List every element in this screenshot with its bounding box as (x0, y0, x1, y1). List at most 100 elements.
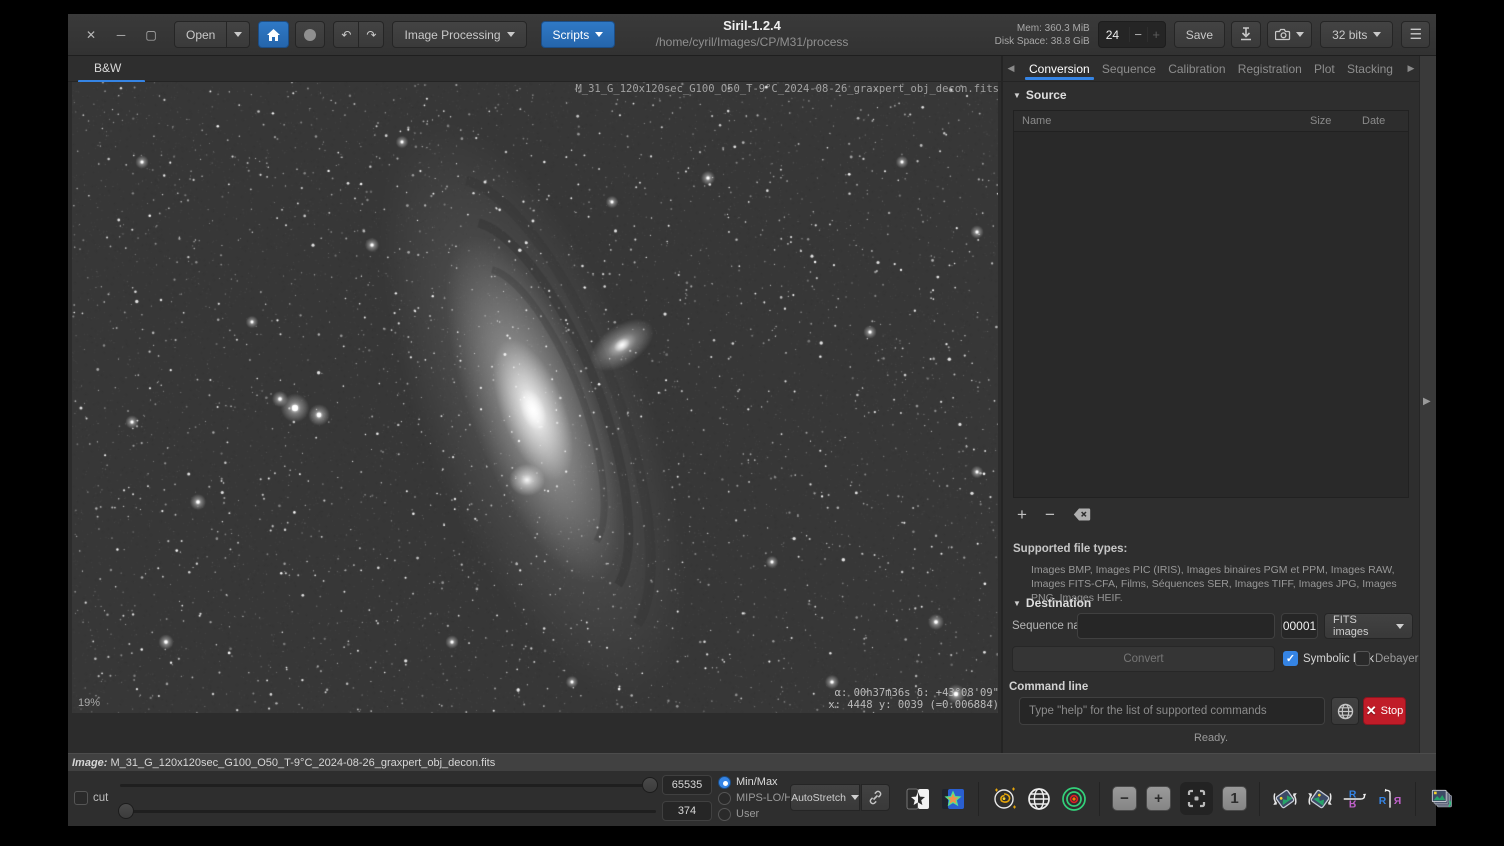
svg-text:R: R (1379, 796, 1387, 807)
save-button[interactable]: Save (1174, 21, 1225, 48)
symbolic-link-checkbox[interactable]: ✓ (1283, 651, 1298, 666)
high-threshold-slider[interactable] (120, 778, 656, 792)
destination-expander[interactable]: ▼Destination (1013, 596, 1091, 610)
annotations-button[interactable] (991, 786, 1017, 812)
bit-depth-dropdown[interactable]: 32 bits (1320, 21, 1393, 48)
chevron-down-icon (1296, 32, 1304, 37)
radio-mips[interactable]: MIPS-LO/HI (718, 790, 795, 806)
globe-grid-icon (1026, 786, 1052, 812)
radio-minmax[interactable]: Min/Max (718, 774, 795, 790)
record-button[interactable] (295, 21, 325, 48)
photometry-button[interactable] (1061, 786, 1087, 812)
minimize-window-icon[interactable]: ─ (106, 28, 136, 42)
low-value-field[interactable]: 374 (662, 801, 712, 821)
clear-list-icon[interactable] (1073, 508, 1091, 521)
thread-spinner[interactable]: 24 − + (1098, 21, 1166, 48)
image-processing-menu[interactable]: Image Processing (392, 21, 526, 48)
negative-view-button[interactable] (905, 786, 931, 812)
column-size[interactable]: Size (1310, 115, 1362, 127)
sequence-name-input[interactable] (1077, 613, 1275, 639)
image-processing-label: Image Processing (404, 28, 500, 42)
filetype-dropdown[interactable]: FITS images (1324, 613, 1413, 639)
zoom-in-button[interactable]: + (1146, 786, 1171, 811)
open-dropdown-button[interactable] (227, 21, 250, 48)
siril-window: ✕ ─ ▢ Open ↶ ↷ Image Processing Scripts … (68, 14, 1436, 826)
source-table-header: Name Size Date (1014, 111, 1408, 132)
panel-collapse-strip[interactable]: ▶ (1419, 56, 1436, 753)
tab-calibration[interactable]: Calibration (1162, 57, 1231, 80)
close-window-icon[interactable]: ✕ (76, 28, 106, 42)
column-name[interactable]: Name (1014, 115, 1310, 127)
command-line-title: Command line (1009, 681, 1088, 693)
statusbar: Image: M_31_G_120x120sec_G100_O50_T-9°C_… (68, 753, 1436, 771)
flip-vertical-button[interactable]: RR (1342, 786, 1368, 812)
stop-button[interactable]: ✕ Stop (1363, 697, 1406, 725)
tabs-scroll-left-icon[interactable]: ◀ (1003, 63, 1019, 74)
radio-minmax-button[interactable] (718, 776, 731, 789)
start-index-field[interactable]: 00001 (1281, 613, 1318, 639)
redo-button[interactable]: ↷ (359, 21, 384, 48)
image-filename-overlay: M_31_G_120x120sec_G100_O50_T-9°C_2024-08… (575, 83, 999, 95)
debayer-checkbox[interactable] (1355, 651, 1370, 666)
tabs-scroll-right-icon[interactable]: ▶ (1403, 63, 1419, 74)
toolbar-separator (1259, 782, 1260, 816)
image-viewport: B&W M_31_G_120x120sec_G100_O50_T-9°C_202… (68, 56, 1001, 753)
radio-mips-button[interactable] (718, 792, 731, 805)
tab-bw[interactable]: B&W (78, 59, 145, 79)
command-input[interactable] (1019, 697, 1325, 725)
rotate-right-button[interactable] (1307, 786, 1333, 812)
column-date[interactable]: Date (1362, 115, 1408, 127)
open-button[interactable]: Open (174, 21, 227, 48)
command-help-button[interactable] (1331, 697, 1359, 725)
image-canvas-area[interactable]: M_31_G_120x120sec_G100_O50_T-9°C_2024-08… (68, 82, 1001, 753)
tab-conversion[interactable]: Conversion (1023, 57, 1096, 80)
m31-image[interactable] (72, 82, 998, 713)
source-expander[interactable]: ▼Source (1013, 88, 1067, 102)
save-as-button[interactable] (1231, 21, 1261, 48)
zoom-out-button[interactable]: − (1112, 786, 1137, 811)
false-color-button[interactable] (940, 786, 966, 812)
status-ready: Ready. (1003, 732, 1419, 744)
high-value-field[interactable]: 65535 (662, 775, 712, 795)
debayer-option[interactable]: Debayer (1355, 651, 1418, 666)
cut-checkbox[interactable] (74, 791, 88, 805)
main-content: B&W M_31_G_120x120sec_G100_O50_T-9°C_202… (68, 56, 1436, 753)
stretch-mode-dropdown[interactable]: AutoStretch (790, 784, 860, 811)
celestial-grid-button[interactable] (1026, 786, 1052, 812)
debayer-label: Debayer (1375, 653, 1418, 665)
convert-button[interactable]: Convert (1012, 646, 1275, 672)
remove-files-button[interactable]: − (1045, 506, 1055, 523)
celestial-coordinates: α: 00h37m36s δ: +43°08'09" x: 4448 y: 00… (828, 687, 999, 711)
snapshot-button[interactable] (1267, 21, 1312, 48)
low-slider-handle[interactable] (118, 803, 134, 819)
tab-registration[interactable]: Registration (1232, 57, 1308, 80)
tab-stacking[interactable]: Stacking (1341, 57, 1399, 80)
sequence-list-button[interactable] (1428, 786, 1454, 812)
add-files-button[interactable]: + (1017, 506, 1027, 523)
cut-option[interactable]: cut (74, 791, 108, 805)
link-channels-button[interactable] (861, 784, 890, 811)
fit-to-window-button[interactable] (1180, 782, 1213, 815)
radio-user[interactable]: User (718, 806, 795, 822)
rotate-left-button[interactable] (1272, 786, 1298, 812)
undo-button[interactable]: ↶ (333, 21, 359, 48)
concentric-circles-icon (1061, 786, 1087, 812)
high-slider-handle[interactable] (642, 777, 658, 793)
panel-tabbar: ◀ Conversion Sequence Calibration Regist… (1003, 56, 1419, 82)
scripts-menu[interactable]: Scripts (541, 21, 616, 48)
source-file-table[interactable]: Name Size Date (1013, 110, 1409, 498)
home-button[interactable] (258, 21, 289, 48)
hamburger-menu-button[interactable]: ☰ (1401, 21, 1430, 48)
tab-plot[interactable]: Plot (1308, 57, 1341, 80)
maximize-window-icon[interactable]: ▢ (136, 28, 166, 42)
flip-horizontal-button[interactable]: RR (1377, 786, 1403, 812)
thread-decrement-button[interactable]: − (1129, 27, 1147, 42)
view-toolbar: − + 1 RR RR (905, 771, 1454, 826)
zoom-100-button[interactable]: 1 (1222, 786, 1247, 811)
tab-sequence[interactable]: Sequence (1096, 57, 1162, 80)
slider-track (120, 784, 656, 787)
thread-increment-button[interactable]: + (1147, 27, 1165, 42)
radio-user-button[interactable] (718, 808, 731, 821)
galaxy-annotation-icon (991, 786, 1017, 812)
low-threshold-slider[interactable] (120, 804, 656, 818)
